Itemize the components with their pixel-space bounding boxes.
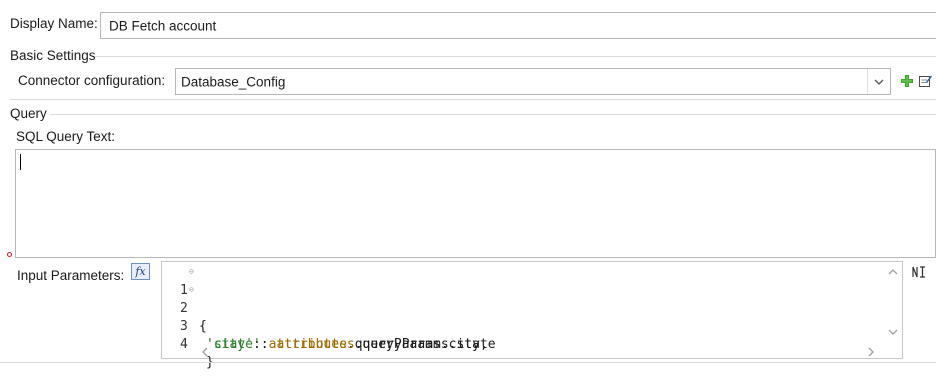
fold-icon[interactable]: ⊖ bbox=[189, 263, 194, 281]
text-cursor bbox=[20, 154, 21, 170]
expand-editor-icon[interactable] bbox=[912, 266, 926, 278]
connector-configuration-select[interactable]: Database_Config bbox=[175, 68, 891, 95]
scroll-up-icon[interactable] bbox=[888, 266, 898, 278]
code-lines: 1 ⊖ { 2 ⊖ 'city': attributes.queryParams… bbox=[162, 263, 882, 370]
code-line: 3 'state': attributes.queryParams.state bbox=[162, 300, 496, 352]
required-marker-icon bbox=[7, 252, 12, 257]
query-divider bbox=[50, 114, 936, 115]
connector-configuration-label: Connector configuration: bbox=[18, 73, 166, 88]
scroll-left-icon[interactable] bbox=[202, 345, 208, 360]
vertical-scrollbar[interactable] bbox=[884, 262, 902, 340]
connector-configuration-value: Database_Config bbox=[181, 74, 286, 89]
code-line: 1 ⊖ { bbox=[162, 263, 209, 334]
code-line: 2 ⊖ 'city': attributes.queryParams.city, bbox=[162, 281, 488, 352]
input-parameters-label: Input Parameters: bbox=[17, 268, 125, 283]
bottom-divider bbox=[0, 362, 936, 363]
fold-icon[interactable]: ⊖ bbox=[189, 281, 194, 299]
basic-settings-title: Basic Settings bbox=[10, 48, 96, 63]
fx-expression-toggle[interactable]: fx bbox=[131, 263, 150, 280]
edit-icon[interactable] bbox=[918, 74, 932, 88]
basic-settings-bottom-divider bbox=[10, 99, 936, 100]
query-title: Query bbox=[10, 106, 47, 121]
scroll-right-icon[interactable] bbox=[868, 345, 874, 360]
scroll-down-icon[interactable] bbox=[888, 326, 898, 338]
display-name-label: Display Name: bbox=[10, 16, 98, 31]
plus-icon[interactable] bbox=[900, 74, 914, 88]
code-line: 4 } bbox=[162, 318, 214, 370]
basic-settings-divider bbox=[95, 56, 936, 57]
horizontal-scrollbar[interactable] bbox=[162, 340, 884, 358]
chevron-down-icon[interactable] bbox=[867, 69, 890, 94]
input-parameters-editor[interactable]: 1 ⊖ { 2 ⊖ 'city': attributes.queryParams… bbox=[161, 261, 903, 370]
display-name-input[interactable]: DB Fetch account bbox=[100, 12, 936, 39]
sql-query-label: SQL Query Text: bbox=[16, 129, 116, 144]
display-name-value: DB Fetch account bbox=[109, 18, 217, 33]
sql-query-textarea[interactable] bbox=[15, 149, 936, 258]
